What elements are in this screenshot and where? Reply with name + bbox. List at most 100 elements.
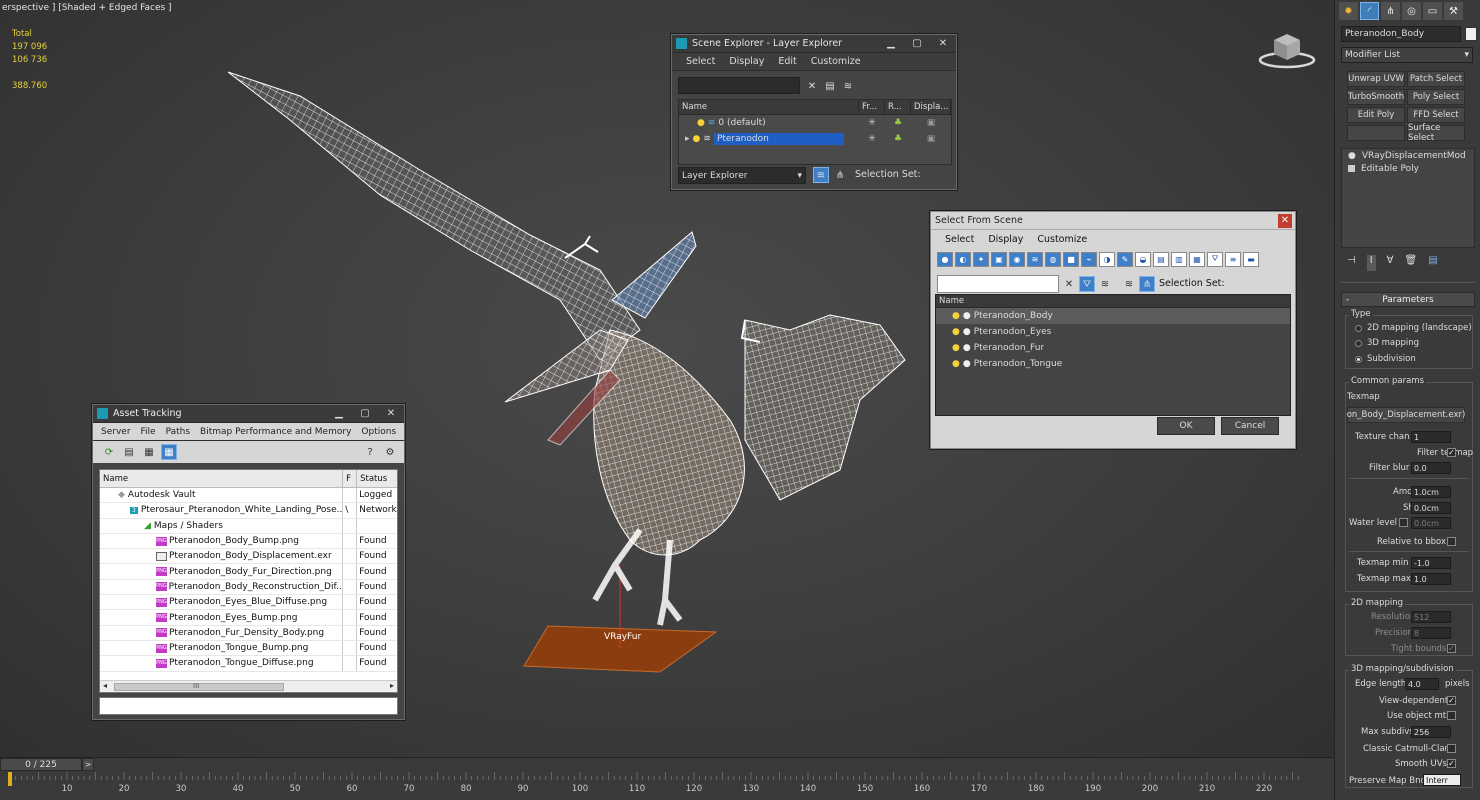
explorer-type-dropdown[interactable]: Layer Explorer ▾ — [678, 167, 806, 184]
help-icon[interactable]: ? — [362, 444, 378, 460]
amount-spinner[interactable]: 1.0cm — [1411, 486, 1451, 498]
bulb-icon[interactable]: ● — [952, 359, 960, 369]
cancel-button[interactable]: Cancel — [1221, 417, 1279, 435]
menu-display[interactable]: Display — [729, 56, 764, 67]
list-view-icon[interactable]: ▤ — [121, 444, 137, 460]
use-object-mtl-checkbox[interactable] — [1447, 711, 1456, 720]
poly-select-button[interactable]: Poly Select — [1407, 89, 1465, 105]
hierarchy-tab-icon[interactable]: ⋔ — [1381, 2, 1400, 20]
layer-mode-icon[interactable]: ≋ — [813, 167, 829, 183]
warp-filter-icon[interactable]: ≋ — [1027, 251, 1043, 267]
stack-item[interactable]: Editable Poly — [1342, 162, 1474, 175]
settings-icon[interactable]: ⚙ — [382, 444, 398, 460]
freeze-icon[interactable]: ✳ — [859, 118, 885, 128]
horizontal-scrollbar[interactable]: ◂ III ▸ — [100, 680, 397, 692]
asset-status-field[interactable] — [99, 697, 398, 715]
empty-modifier-button[interactable] — [1347, 125, 1405, 141]
display-none-icon[interactable]: ▥ — [1171, 251, 1187, 267]
refresh-icon[interactable]: ⟳ — [101, 444, 117, 460]
filter-active-icon[interactable]: ⛛ — [1079, 276, 1095, 292]
texmap-max-spinner[interactable]: 1.0 — [1411, 573, 1451, 585]
resolution-spinner[interactable]: 512 — [1411, 611, 1451, 623]
filter-icon[interactable]: ⛛ — [1207, 251, 1223, 267]
col-render[interactable]: R... — [885, 100, 911, 114]
stack-item[interactable]: ● VRayDisplacementMod — [1342, 149, 1474, 162]
object-row[interactable]: ● ● Pteranodon_Fur — [936, 340, 1290, 356]
find-input[interactable] — [937, 275, 1059, 293]
asset-row[interactable]: Pteranodon_Body_Displacement.exr Found — [100, 549, 397, 565]
bone-filter-icon[interactable]: ⌁ — [1081, 251, 1097, 267]
pin-stack-icon[interactable]: ⊣ — [1347, 255, 1356, 271]
filter-blur-spinner[interactable]: 0.0 — [1411, 462, 1451, 474]
object-row[interactable]: ● ● Pteranodon_Eyes — [936, 324, 1290, 340]
make-unique-icon[interactable]: ∀ — [1387, 255, 1394, 271]
classic-cc-checkbox[interactable] — [1447, 744, 1456, 753]
asset-row[interactable]: ◢ Maps / Shaders — [100, 518, 397, 534]
edge-length-spinner[interactable]: 4.0 — [1405, 678, 1439, 690]
scene-explorer-window[interactable]: Scene Explorer - Layer Explorer ▁ ▢ ✕ Se… — [671, 34, 957, 190]
track-bar-ruler[interactable] — [0, 772, 1334, 800]
close-button[interactable]: ✕ — [930, 37, 956, 51]
geometry-filter-icon[interactable]: ● — [937, 251, 953, 267]
texmap-min-spinner[interactable]: -1.0 — [1411, 557, 1451, 569]
asset-row[interactable]: PNG Pteranodon_Fur_Density_Body.png Found — [100, 625, 397, 641]
asset-row[interactable]: PNG Pteranodon_Tongue_Diffuse.png Found — [100, 656, 397, 672]
menu-edit[interactable]: Edit — [778, 56, 796, 67]
close-button[interactable]: ✕ — [378, 407, 404, 421]
display-invert-icon[interactable]: ▦ — [1189, 251, 1205, 267]
view-dependent-checkbox[interactable]: ✓ — [1447, 696, 1456, 705]
unwrap-uvw-button[interactable]: Unwrap UVW — [1347, 71, 1405, 87]
freeze-icon[interactable]: ✳ — [859, 134, 885, 144]
asset-row[interactable]: PNG Pteranodon_Eyes_Blue_Diffuse.png Found — [100, 595, 397, 611]
filter-texmap-checkbox[interactable]: ✓ — [1447, 448, 1456, 457]
scroll-thumb[interactable]: III — [114, 682, 284, 691]
display-box-icon[interactable]: ▣ — [911, 118, 951, 128]
show-end-result-icon[interactable]: Ⅰ — [1366, 255, 1376, 271]
bulb-icon[interactable]: ● — [952, 327, 960, 337]
menu-customize[interactable]: Customize — [811, 56, 861, 67]
remove-modifier-icon[interactable]: 🗑 — [1405, 255, 1418, 271]
asset-tracking-titlebar[interactable]: Asset Tracking ▁ ▢ ✕ — [93, 405, 404, 423]
patch-select-button[interactable]: Patch Select — [1407, 71, 1465, 87]
menu-customize[interactable]: Customize — [1037, 234, 1087, 245]
xref-filter-icon[interactable]: ■ — [1063, 251, 1079, 267]
modifier-list-dropdown[interactable]: Modifier List ▾ — [1341, 47, 1473, 63]
col-name[interactable]: Name — [936, 295, 1290, 307]
configure-sets-icon[interactable]: ▤ — [1428, 255, 1437, 271]
camera-filter-icon[interactable]: ▣ — [991, 251, 1007, 267]
radio-2d-mapping[interactable] — [1355, 325, 1362, 332]
hierarchy-icon[interactable]: ⋔ — [832, 167, 848, 183]
close-button[interactable]: ✕ — [1278, 213, 1292, 228]
bulb-icon[interactable]: ● — [952, 343, 960, 353]
ffd-select-button[interactable]: FFD Select — [1407, 107, 1465, 123]
command-panel[interactable]: ✹ ◜ ⋔ ◎ ▭ ⚒ Pteranodon_Body Modifier Lis… — [1334, 0, 1480, 800]
asset-row[interactable]: 3 Pterosaur_Pteranodon_White_Landing_Pose… — [100, 503, 397, 519]
scroll-left-icon[interactable]: ◂ — [103, 681, 107, 690]
texmap-button[interactable]: on_Body_Displacement.exr) — [1347, 407, 1465, 423]
layer-row[interactable]: ▸ ● ≋ Pteranodon ✳ ♣ ▣ — [679, 131, 951, 147]
smooth-uvs-checkbox[interactable]: ✓ — [1447, 759, 1456, 768]
surface-select-button[interactable]: Surface Select — [1407, 123, 1465, 143]
water-level-checkbox[interactable] — [1399, 518, 1408, 527]
layer-row[interactable]: ● ≋ 0 (default) ✳ ♣ ▣ — [679, 115, 951, 131]
time-slider[interactable]: 0 / 225 — [0, 758, 82, 771]
radio-subdivision[interactable] — [1355, 356, 1362, 363]
asset-row[interactable]: PNG Pteranodon_Body_Fur_Direction.png Foun… — [100, 564, 397, 580]
menu-paths[interactable]: Paths — [166, 427, 190, 437]
maximize-button[interactable]: ▢ — [904, 37, 930, 51]
minimize-button[interactable]: ▁ — [878, 37, 904, 51]
scene-explorer-list[interactable]: Name Fr... R... Displa... ● ≋ 0 (default… — [678, 99, 952, 165]
col-name[interactable]: Name — [679, 100, 859, 114]
modifier-stack[interactable]: ● VRayDisplacementMod Editable Poly — [1341, 148, 1475, 248]
hidden-filter-icon[interactable]: ◒ — [1135, 251, 1151, 267]
layers-add-icon[interactable]: ≋ — [840, 78, 856, 94]
frozen-filter-icon[interactable]: ✎ — [1117, 251, 1133, 267]
max-subdivs-spinner[interactable]: 256 — [1411, 726, 1451, 738]
relative-to-bbox-checkbox[interactable] — [1447, 537, 1456, 546]
hierarchy-icon[interactable]: ⋔ — [1139, 276, 1155, 292]
render-teapot-icon[interactable]: ♣ — [885, 134, 911, 144]
bulb-icon[interactable]: ● — [693, 134, 701, 144]
water-level-spinner[interactable]: 0.0cm — [1411, 517, 1451, 529]
display-box-icon[interactable]: ▣ — [911, 134, 951, 144]
select-from-scene-titlebar[interactable]: Select From Scene ✕ — [931, 212, 1295, 230]
